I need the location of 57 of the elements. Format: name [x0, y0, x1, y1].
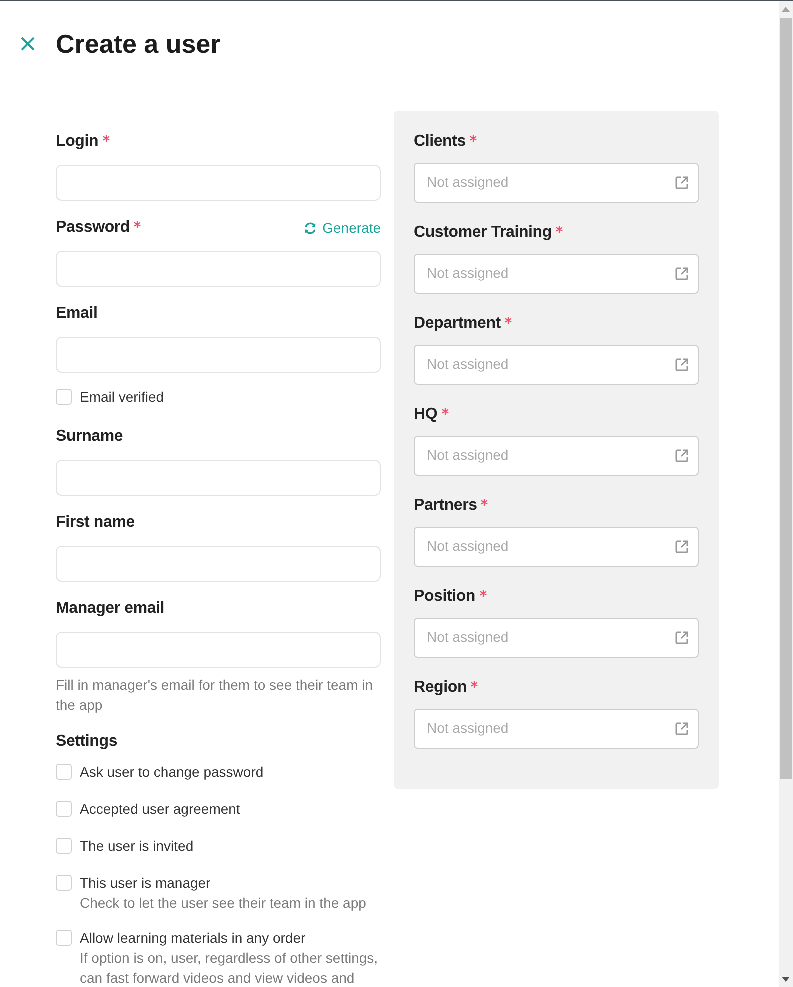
select-field[interactable]: Not assigned [414, 436, 699, 476]
field-label: HQ [414, 405, 438, 425]
close-button[interactable] [20, 36, 36, 52]
external-link-icon [675, 267, 689, 281]
field-label: Clients [414, 132, 466, 152]
hint-text: Fill in manager's email for them to see their team in the app [56, 676, 374, 715]
select-field[interactable]: Not assigned [414, 618, 699, 658]
checkbox[interactable] [56, 764, 72, 780]
field-label: Password [56, 218, 130, 238]
input-field[interactable] [56, 337, 381, 373]
field-label: Region [414, 678, 468, 698]
close-icon [21, 36, 35, 50]
checkbox-label: Allow learning materials in any order [80, 929, 307, 948]
scroll-down-arrow-icon[interactable] [782, 977, 790, 982]
input-field[interactable] [56, 251, 381, 287]
checkbox-description: Check to let the user see their team in the app [80, 894, 366, 913]
checkbox-description: If option is on, user, regardless of other settings, can fast forward videos and view videos and [80, 949, 380, 987]
field-label: Surname [56, 427, 124, 447]
scroll-up-arrow-icon[interactable] [782, 7, 790, 12]
generate-button[interactable]: Generate [304, 218, 381, 238]
checkbox[interactable] [56, 838, 72, 854]
scrollbar-thumb[interactable] [780, 18, 792, 779]
field-label: Customer Training [414, 223, 552, 243]
checkbox[interactable] [56, 930, 72, 946]
field-label: Partners [414, 496, 478, 516]
checkbox-label: This user is manager [80, 874, 212, 893]
external-link-icon [675, 176, 689, 190]
select-field[interactable]: Not assigned [414, 254, 699, 294]
field-label: Position [414, 587, 476, 607]
input-field[interactable] [56, 632, 381, 668]
checkbox[interactable] [56, 875, 72, 891]
input-field[interactable] [56, 546, 381, 582]
external-link-icon [675, 631, 689, 645]
field-label: Email [56, 304, 98, 324]
external-link-icon [675, 449, 689, 463]
checkbox-label: Accepted user agreement [80, 800, 240, 819]
select-field[interactable]: Not assigned [414, 163, 699, 203]
checkbox-label: Email verified [80, 388, 164, 407]
section-heading: Settings [56, 732, 119, 752]
refresh-icon [304, 222, 317, 234]
checkbox[interactable] [56, 801, 72, 817]
external-link-icon [675, 722, 689, 736]
external-link-icon [675, 540, 689, 554]
input-field[interactable] [56, 165, 381, 201]
select-field[interactable]: Not assigned [414, 527, 699, 567]
external-link-icon [675, 358, 689, 372]
field-label: Login [56, 132, 99, 152]
field-label: Manager email [56, 599, 165, 619]
select-field[interactable]: Not assigned [414, 345, 699, 385]
checkbox[interactable] [56, 389, 72, 405]
field-label: First name [56, 513, 135, 533]
page-title: Create a user [56, 28, 221, 60]
select-field[interactable]: Not assigned [414, 709, 699, 749]
checkbox-label: The user is invited [80, 837, 194, 856]
checkbox-label: Ask user to change password [80, 763, 264, 782]
input-field[interactable] [56, 460, 381, 496]
field-label: Department [414, 314, 501, 334]
